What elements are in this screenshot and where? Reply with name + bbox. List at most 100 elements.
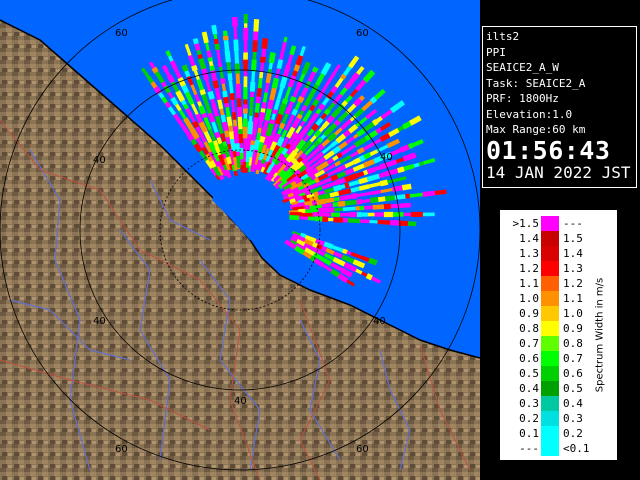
echo-segment [398, 176, 407, 182]
echo-segment [259, 71, 264, 79]
echo-segment [294, 85, 301, 92]
echo-segment [304, 197, 311, 204]
echo-segment [341, 100, 349, 107]
legend-lower-value: 1.1 [519, 277, 539, 290]
echo-segment [291, 131, 299, 140]
echo-segment [236, 106, 243, 117]
echo-segment [279, 76, 288, 89]
echo-segment [260, 159, 267, 165]
echo-segment [255, 96, 262, 104]
legend-unit-label: Spectrum Width in m/s [583, 211, 617, 459]
echo-segment [277, 127, 283, 135]
echo-segment [199, 88, 206, 96]
echo-segment [323, 108, 331, 116]
echo-segment [166, 74, 175, 84]
echo-segment [265, 72, 272, 84]
echo-segment [235, 83, 242, 94]
side-panel: ilts2 PPI SEAICE2_A_W Task: SEAICE2_A PR… [480, 0, 640, 480]
echo-segment [250, 140, 257, 146]
echo-segment [337, 200, 346, 207]
echo-segment [385, 195, 396, 202]
echo-segment [305, 122, 312, 129]
echo-segment [344, 167, 355, 176]
echo-segment [264, 82, 270, 93]
echo-segment [329, 122, 338, 131]
echo-segment [214, 131, 221, 139]
echo-segment [262, 92, 268, 103]
echo-segment [201, 93, 208, 102]
echo-segment [309, 204, 323, 209]
echo-segment [333, 217, 344, 223]
echo-segment [271, 81, 279, 89]
echo-segment [269, 87, 277, 101]
echo-segment [340, 184, 346, 189]
echo-segment [291, 108, 299, 116]
task-name: Task: SEAICE2_A [486, 76, 586, 90]
range-label: 40 [93, 155, 106, 166]
echo-segment [228, 131, 235, 140]
echo-segment [297, 202, 306, 209]
echo-segment [374, 165, 381, 171]
legend-lower-value: >1.5 [512, 217, 540, 230]
echo-segment [170, 96, 179, 106]
echo-segment [405, 193, 411, 199]
range-label: 40 [380, 152, 393, 163]
echo-segment [346, 250, 352, 256]
echo-segment [214, 87, 222, 101]
legend-swatch [541, 291, 559, 306]
echo-segment [300, 152, 308, 160]
echo-segment [150, 81, 158, 89]
radar-map[interactable]: 60 60 40 40 40 40 40 60 60 [0, 0, 480, 480]
echo-segment [261, 37, 269, 50]
echo-segment [222, 30, 228, 37]
color-legend: >1.5 --- 1.4 1.5 1.3 1.4 1.2 1.3 1.1 1.2 1.0 1.1 0.9… [500, 210, 617, 460]
echo-segment [284, 143, 292, 150]
echo-segment [282, 198, 290, 204]
echo-segment [209, 65, 216, 72]
echo-segment [348, 180, 360, 187]
echo-segment [356, 147, 365, 155]
echo-segment [246, 140, 252, 152]
echo-segment [279, 53, 284, 61]
range-label: 60 [115, 444, 128, 455]
echo-segment [274, 113, 283, 125]
echo-segment [270, 161, 276, 167]
echo-segment [224, 102, 230, 108]
echo-segment [268, 62, 273, 70]
echo-segment [231, 111, 237, 120]
echo-segment [351, 72, 360, 82]
scan-time: 01:56:43 [486, 135, 611, 165]
legend-upper-value: 1.4 [563, 247, 583, 260]
echo-segment [219, 78, 226, 84]
echo-segment [245, 150, 252, 163]
echo-segment [263, 119, 269, 128]
echo-segment [161, 64, 169, 73]
echo-segment [261, 48, 267, 57]
echo-segment [234, 51, 240, 64]
echo-segment [377, 196, 386, 202]
echo-segment [197, 53, 203, 60]
echo-segment [282, 64, 291, 78]
echo-segment [277, 102, 287, 116]
echo-segment [284, 106, 292, 115]
echo-segment [187, 133, 195, 142]
echo-segment [214, 43, 220, 51]
echo-segment [343, 194, 353, 201]
echo-segment [207, 56, 213, 62]
legend-swatch [541, 231, 559, 246]
echo-segment [384, 170, 390, 177]
echo-segment [207, 112, 216, 123]
echo-segment [278, 122, 286, 130]
echo-segment [252, 31, 259, 41]
echo-segment [401, 183, 412, 191]
echo-segment [418, 161, 425, 167]
radar-display[interactable]: 60 60 40 40 40 40 40 60 60 [0, 0, 480, 480]
echo-segment [379, 179, 389, 187]
legend-lower-value: 1.2 [519, 262, 539, 275]
echo-segment [326, 157, 335, 165]
range-label: 60 [356, 444, 369, 455]
echo-segment [252, 134, 256, 141]
echo-segment [356, 199, 363, 205]
legend-upper-value: 1.2 [563, 277, 583, 290]
echo-segment [281, 98, 289, 105]
